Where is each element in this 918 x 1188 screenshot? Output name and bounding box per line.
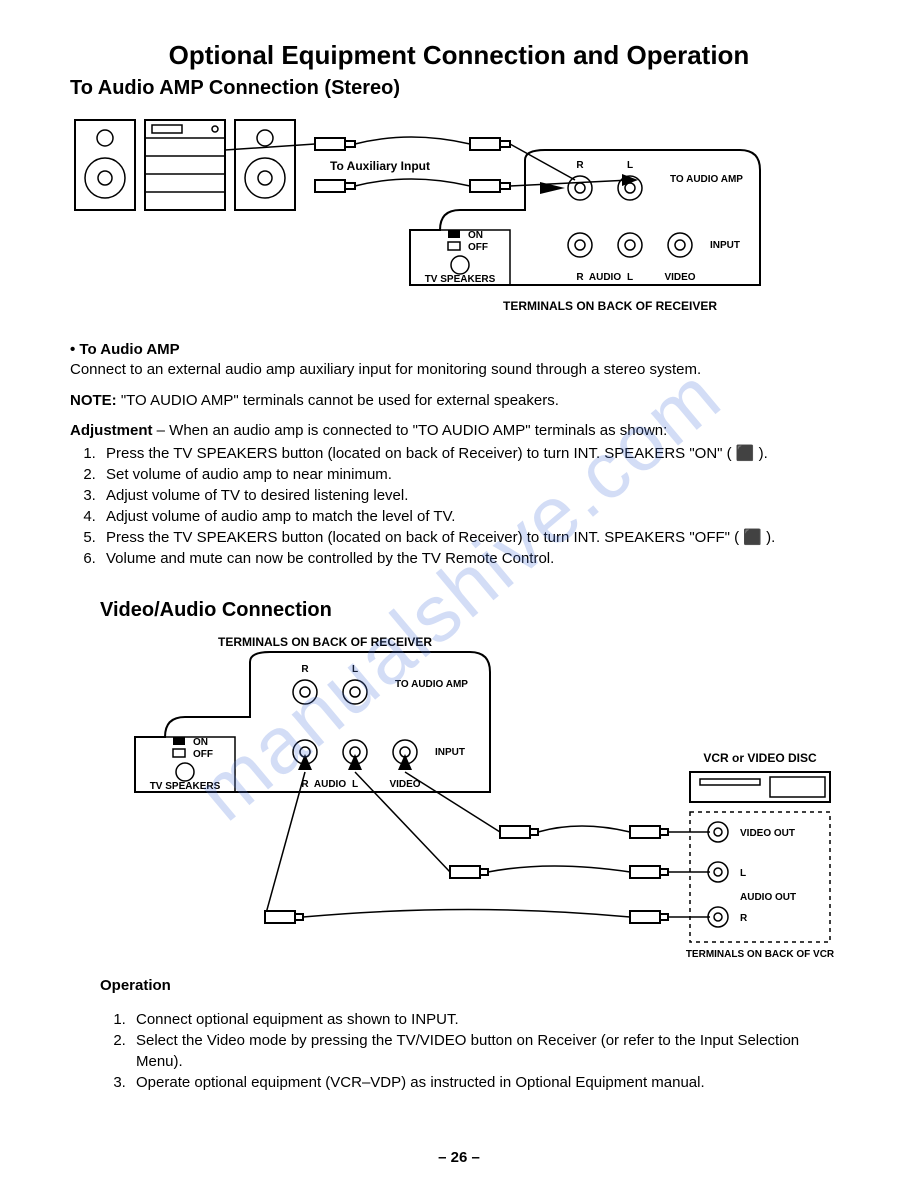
- section2-steps: Connect optional equipment as shown to I…: [100, 1009, 848, 1093]
- diagram-aux-label: To Auxiliary Input: [330, 159, 430, 173]
- cable-top-icon: [315, 137, 510, 150]
- list-item: Set volume of audio amp to near minimum.: [100, 464, 848, 485]
- svg-text:OFF: OFF: [193, 749, 213, 760]
- page-number: – 26 –: [0, 1149, 918, 1166]
- section2-op-heading: Operation: [100, 977, 848, 994]
- svg-text:OFF: OFF: [468, 242, 488, 253]
- section1-steps: Press the TV SPEAKERS button (located on…: [70, 443, 848, 569]
- section1-note: NOTE: "TO AUDIO AMP" terminals cannot be…: [70, 391, 848, 411]
- svg-text:VIDEO OUT: VIDEO OUT: [740, 828, 795, 839]
- svg-text:L: L: [352, 779, 358, 790]
- svg-text:INPUT: INPUT: [710, 240, 740, 251]
- vcr-device-icon: [690, 772, 830, 802]
- list-item: Select the Video mode by pressing the TV…: [130, 1030, 848, 1072]
- svg-text:AUDIO: AUDIO: [589, 272, 621, 283]
- cable-bottom-icon: [315, 179, 510, 192]
- section1-bullet: • To Audio AMP Connect to an external au…: [70, 340, 848, 381]
- svg-text:INPUT: INPUT: [435, 747, 465, 758]
- cable-3-icon: [265, 772, 710, 923]
- svg-text:L: L: [740, 868, 746, 879]
- page-title: Optional Equipment Connection and Operat…: [70, 40, 848, 71]
- receiver-panel-icon: ON OFF TV SPEAKERS R L TO AUDIO AMP INPU…: [410, 150, 760, 285]
- svg-text:R: R: [576, 160, 584, 171]
- list-item: Adjust volume of TV to desired listening…: [100, 485, 848, 506]
- diagram2-caption-bottom: TERMINALS ON BACK OF VCR: [686, 949, 835, 960]
- diagram2-caption-top: TERMINALS ON BACK OF RECEIVER: [218, 635, 432, 649]
- svg-text:L: L: [627, 160, 633, 171]
- svg-text:R: R: [576, 272, 584, 283]
- list-item: Operate optional equipment (VCR–VDP) as …: [130, 1072, 848, 1093]
- speaker-right-icon: [235, 120, 295, 210]
- svg-text:TO AUDIO AMP: TO AUDIO AMP: [670, 174, 743, 185]
- svg-text:TV SPEAKERS: TV SPEAKERS: [425, 274, 496, 285]
- speaker-left-icon: [75, 120, 135, 210]
- svg-text:AUDIO: AUDIO: [314, 779, 346, 790]
- diagram-audio-amp: To Auxiliary Input ON OFF TV SPEAKERS R …: [70, 110, 770, 340]
- svg-text:ON: ON: [193, 737, 208, 748]
- amp-stack-icon: [145, 120, 225, 210]
- receiver-panel-icon: ON OFF TV SPEAKERS R L TO AUDIO AMP INPU…: [135, 652, 490, 792]
- svg-text:VIDEO: VIDEO: [664, 272, 695, 283]
- diagram-video-audio: TERMINALS ON BACK OF RECEIVER ON OFF TV …: [70, 632, 850, 962]
- svg-text:L: L: [627, 272, 633, 283]
- cable-1-icon: [405, 772, 710, 838]
- svg-text:R: R: [740, 913, 748, 924]
- svg-text:ON: ON: [468, 230, 483, 241]
- list-item: Volume and mute can now be controlled by…: [100, 548, 848, 569]
- svg-text:TV SPEAKERS: TV SPEAKERS: [150, 781, 221, 792]
- svg-text:L: L: [352, 664, 358, 675]
- svg-text:AUDIO OUT: AUDIO OUT: [740, 892, 796, 903]
- list-item: Press the TV SPEAKERS button (located on…: [100, 443, 848, 464]
- section2-heading: Video/Audio Connection: [100, 599, 848, 622]
- vcr-title-label: VCR or VIDEO DISC: [703, 751, 817, 765]
- diagram1-caption: TERMINALS ON BACK OF RECEIVER: [503, 299, 717, 313]
- svg-text:R: R: [301, 664, 309, 675]
- list-item: Connect optional equipment as shown to I…: [130, 1009, 848, 1030]
- list-item: Adjust volume of audio amp to match the …: [100, 506, 848, 527]
- section1-adjustment: Adjustment – When an audio amp is connec…: [70, 421, 848, 441]
- list-item: Press the TV SPEAKERS button (located on…: [100, 527, 848, 548]
- svg-text:TO AUDIO AMP: TO AUDIO AMP: [395, 679, 468, 690]
- svg-text:VIDEO: VIDEO: [389, 779, 420, 790]
- section1-heading: To Audio AMP Connection (Stereo): [70, 77, 848, 100]
